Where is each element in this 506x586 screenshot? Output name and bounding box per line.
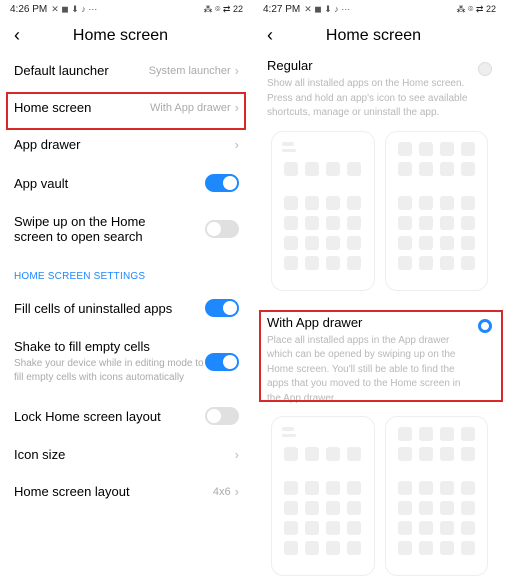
status-icons-left: ✕ ◼ ⬇ ♪ ⋯ [304,4,350,15]
mockups-regular [267,121,492,301]
radio-regular[interactable] [478,62,492,76]
row-fill-cells[interactable]: Fill cells of uninstalled apps [14,288,239,328]
chevron-right-icon: › [235,447,239,462]
radio-with-app-drawer[interactable] [478,319,492,333]
row-label: Icon size [14,447,65,462]
screen-left: 4:26 PM ✕ ◼ ⬇ ♪ ⋯ ⁂ ⌾ ⇄ 22 ‹ Home screen… [0,0,253,560]
status-time: 4:26 PM [10,4,47,15]
row-value: 4x6 [213,486,231,498]
row-app-drawer[interactable]: App drawer › [14,126,239,163]
row-default-launcher[interactable]: Default launcher System launcher › [14,52,239,89]
option-desc: Place all installed apps in the App draw… [267,334,468,407]
row-label: Home screen [14,100,91,115]
option-with-app-drawer[interactable]: With App drawer Place all installed apps… [267,309,492,586]
phone-mockup [271,416,375,576]
mockups-drawer [267,406,492,586]
row-home-layout[interactable]: Home screen layout 4x6 › [14,473,239,510]
status-time: 4:27 PM [263,4,300,15]
row-desc: Shake your device while in editing mode … [14,357,205,385]
page-title: Home screen [255,27,492,45]
screen-right: 4:27 PM ✕ ◼ ⬇ ♪ ⋯ ⁂ ⌾ ⇄ 22 ‹ Home screen… [253,0,506,560]
row-home-screen[interactable]: Home screen With App drawer › [14,89,239,126]
status-icons-right: ⁂ ⌾ ⇄ 22 [457,4,496,15]
row-swipe-up-search[interactable]: Swipe up on the Home screen to open sear… [14,203,239,255]
page-title: Home screen [2,27,239,45]
toggle-fill-cells[interactable] [205,299,239,317]
row-label: App vault [14,176,68,191]
section-header: HOME SCREEN SETTINGS [14,255,239,288]
row-value: With App drawer [150,102,231,114]
chevron-right-icon: › [235,484,239,499]
row-label: Shake to fill empty cells [14,339,205,354]
row-lock-layout[interactable]: Lock Home screen layout [14,396,239,436]
toggle-shake-fill[interactable] [205,353,239,371]
status-icons-left: ✕ ◼ ⬇ ♪ ⋯ [51,4,97,15]
row-label: Home screen layout [14,484,130,499]
chevron-right-icon: › [235,137,239,152]
header: ‹ Home screen [253,17,506,52]
phone-mockup [385,416,489,576]
status-bar: 4:26 PM ✕ ◼ ⬇ ♪ ⋯ ⁂ ⌾ ⇄ 22 [0,0,253,17]
row-shake-fill[interactable]: Shake to fill empty cells Shake your dev… [14,328,239,396]
row-label: Swipe up on the Home screen to open sear… [14,214,174,244]
row-icon-size[interactable]: Icon size › [14,436,239,473]
row-value: System launcher [149,65,231,77]
option-title: Regular [267,58,468,73]
toggle-swipe-up[interactable] [205,220,239,238]
toggle-lock-layout[interactable] [205,407,239,425]
row-label: Default launcher [14,63,109,78]
row-app-vault[interactable]: App vault [14,163,239,203]
option-desc: Show all installed apps on the Home scre… [267,77,468,121]
status-bar: 4:27 PM ✕ ◼ ⬇ ♪ ⋯ ⁂ ⌾ ⇄ 22 [253,0,506,17]
row-label: App drawer [14,137,80,152]
toggle-app-vault[interactable] [205,174,239,192]
phone-mockup [385,131,489,291]
header: ‹ Home screen [0,17,253,52]
chevron-right-icon: › [235,100,239,115]
option-title: With App drawer [267,315,468,330]
status-icons-right: ⁂ ⌾ ⇄ 22 [204,4,243,15]
row-label: Fill cells of uninstalled apps [14,301,172,316]
row-label: Lock Home screen layout [14,409,161,424]
option-regular[interactable]: Regular Show all installed apps on the H… [267,52,492,301]
chevron-right-icon: › [235,63,239,78]
phone-mockup [271,131,375,291]
